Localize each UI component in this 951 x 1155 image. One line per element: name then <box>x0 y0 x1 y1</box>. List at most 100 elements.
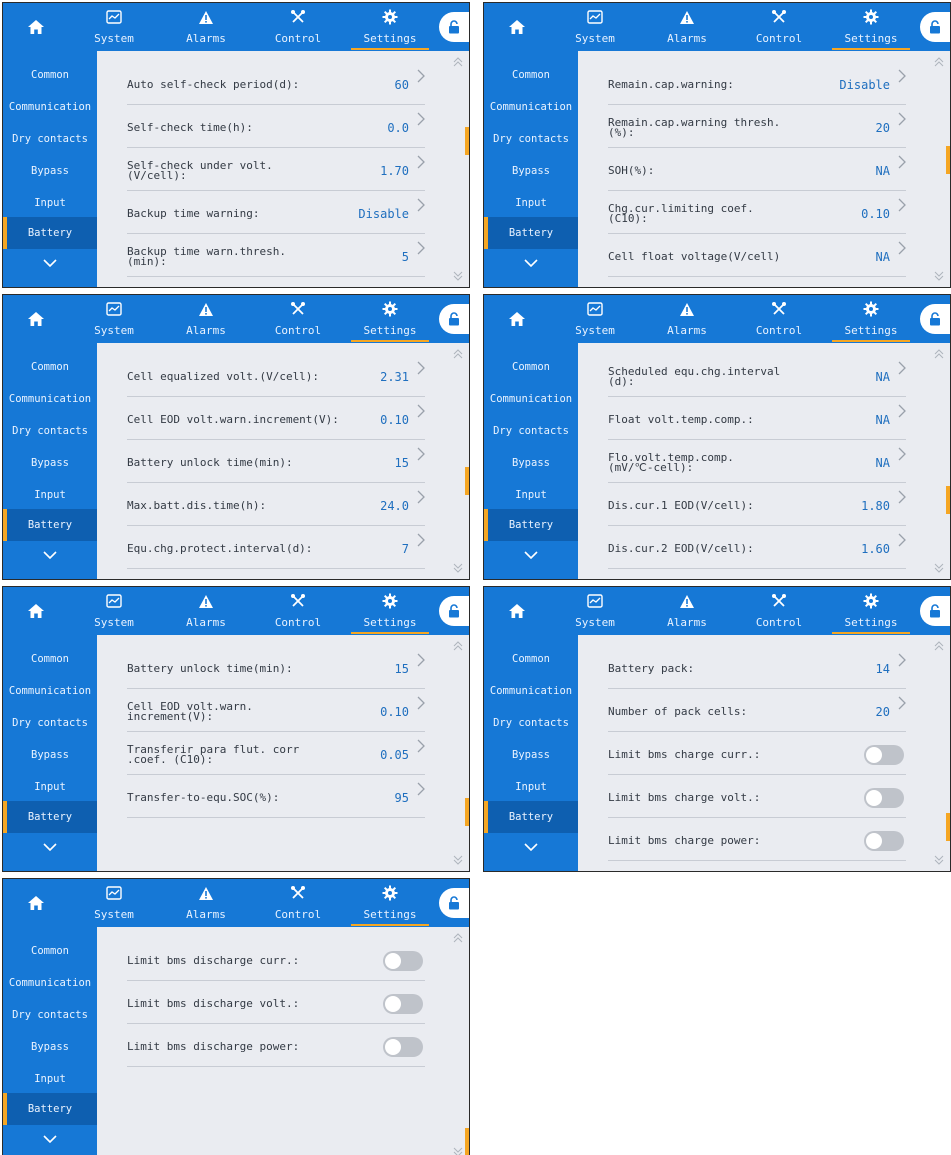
setting-row[interactable]: Backup time warning: Disable <box>127 198 425 234</box>
tab-alarms[interactable]: Alarms <box>161 587 251 635</box>
setting-row[interactable]: Dis.cur.2 EOD(V/cell): 1.60 <box>608 533 906 569</box>
scroll-up-icon[interactable] <box>934 641 944 651</box>
setting-row[interactable]: Cell float voltage(V/cell) NA <box>608 241 906 277</box>
toggle-switch[interactable] <box>383 994 423 1014</box>
setting-row[interactable]: Battery unlock time(min): 15 <box>127 653 425 689</box>
lock-button[interactable] <box>920 596 950 626</box>
setting-row[interactable]: Limit bms charge curr.: <box>608 739 906 775</box>
sidebar-more-button[interactable] <box>484 833 578 861</box>
sidebar-item-communication[interactable]: Communication <box>3 967 97 999</box>
sidebar-item-input[interactable]: Input <box>484 187 578 219</box>
setting-row[interactable]: Auto self-check period(d): 60 <box>127 69 425 105</box>
sidebar-item-battery[interactable]: Battery <box>3 801 97 833</box>
setting-row[interactable]: Self-check under volt. (V/cell): 1.70 <box>127 155 425 191</box>
scroll-up-icon[interactable] <box>453 641 463 651</box>
lock-button[interactable] <box>920 304 950 334</box>
sidebar-item-dry-contacts[interactable]: Dry contacts <box>3 123 97 155</box>
home-button[interactable] <box>484 587 550 635</box>
sidebar-item-bypass[interactable]: Bypass <box>484 447 578 479</box>
sidebar-more-button[interactable] <box>3 541 97 569</box>
scrollbar-thumb[interactable] <box>946 813 950 841</box>
scroll-down-icon[interactable] <box>934 563 944 573</box>
sidebar-more-button[interactable] <box>3 249 97 277</box>
tab-settings[interactable]: Settings <box>826 295 916 343</box>
sidebar-item-input[interactable]: Input <box>3 771 97 803</box>
scrollbar-thumb[interactable] <box>465 798 469 826</box>
tab-alarms[interactable]: Alarms <box>642 3 732 51</box>
sidebar-item-common[interactable]: Common <box>484 59 578 91</box>
toggle-switch[interactable] <box>864 831 904 851</box>
sidebar-item-common[interactable]: Common <box>3 935 97 967</box>
tab-control[interactable]: Control <box>253 295 343 343</box>
lock-button[interactable] <box>439 12 469 42</box>
lock-button[interactable] <box>439 596 469 626</box>
sidebar-item-common[interactable]: Common <box>3 351 97 383</box>
sidebar-more-button[interactable] <box>3 1125 97 1153</box>
setting-row[interactable]: Cell equalized volt.(V/cell): 2.31 <box>127 361 425 397</box>
tab-settings[interactable]: Settings <box>345 3 435 51</box>
setting-row[interactable]: Flo.volt.temp.comp. (mV/℃-cell): NA <box>608 447 906 483</box>
sidebar-item-input[interactable]: Input <box>3 187 97 219</box>
sidebar-item-communication[interactable]: Communication <box>484 675 578 707</box>
setting-row[interactable]: Number of pack cells: 20 <box>608 696 906 732</box>
setting-row[interactable]: SOH(%): NA <box>608 155 906 191</box>
sidebar-item-communication[interactable]: Communication <box>484 383 578 415</box>
tab-control[interactable]: Control <box>253 879 343 927</box>
tab-alarms[interactable]: Alarms <box>161 3 251 51</box>
setting-row[interactable]: Chg.cur.limiting coef. (C10): 0.10 <box>608 198 906 234</box>
home-button[interactable] <box>484 3 550 51</box>
tab-system[interactable]: System <box>69 587 159 635</box>
sidebar-more-button[interactable] <box>3 833 97 861</box>
sidebar-item-bypass[interactable]: Bypass <box>3 739 97 771</box>
sidebar-item-dry-contacts[interactable]: Dry contacts <box>3 707 97 739</box>
scroll-down-icon[interactable] <box>934 855 944 865</box>
scroll-up-icon[interactable] <box>453 933 463 943</box>
tab-system[interactable]: System <box>69 879 159 927</box>
sidebar-item-input[interactable]: Input <box>484 771 578 803</box>
scroll-down-icon[interactable] <box>453 855 463 865</box>
toggle-switch[interactable] <box>864 788 904 808</box>
sidebar-item-battery[interactable]: Battery <box>484 801 578 833</box>
tab-settings[interactable]: Settings <box>345 295 435 343</box>
setting-row[interactable]: Limit bms discharge curr.: <box>127 945 425 981</box>
sidebar-more-button[interactable] <box>484 541 578 569</box>
setting-row[interactable]: Battery unlock time(min): 15 <box>127 447 425 483</box>
scrollbar-thumb[interactable] <box>465 1128 469 1155</box>
setting-row[interactable]: Cell EOD volt.warn.increment(V): 0.10 <box>127 404 425 440</box>
tab-alarms[interactable]: Alarms <box>642 587 732 635</box>
scrollbar-thumb[interactable] <box>946 486 950 514</box>
scrollbar-thumb[interactable] <box>465 127 469 155</box>
setting-row[interactable]: Self-check time(h): 0.0 <box>127 112 425 148</box>
setting-row[interactable]: Transfer-to-equ.SOC(%): 95 <box>127 782 425 818</box>
setting-row[interactable]: Remain.cap.warning: Disable <box>608 69 906 105</box>
sidebar-item-dry-contacts[interactable]: Dry contacts <box>3 415 97 447</box>
sidebar-item-common[interactable]: Common <box>484 643 578 675</box>
tab-system[interactable]: System <box>550 3 640 51</box>
home-button[interactable] <box>3 3 69 51</box>
setting-row[interactable]: Cell EOD volt.warn. increment(V): 0.10 <box>127 696 425 732</box>
scroll-up-icon[interactable] <box>453 57 463 67</box>
scroll-up-icon[interactable] <box>934 57 944 67</box>
sidebar-item-bypass[interactable]: Bypass <box>484 155 578 187</box>
setting-row[interactable]: Scheduled equ.chg.interval (d): NA <box>608 361 906 397</box>
tab-system[interactable]: System <box>69 295 159 343</box>
tab-control[interactable]: Control <box>734 295 824 343</box>
sidebar-item-battery[interactable]: Battery <box>484 509 578 541</box>
scrollbar-thumb[interactable] <box>465 467 469 495</box>
sidebar-item-dry-contacts[interactable]: Dry contacts <box>484 415 578 447</box>
sidebar-item-dry-contacts[interactable]: Dry contacts <box>3 999 97 1031</box>
tab-control[interactable]: Control <box>253 3 343 51</box>
sidebar-item-communication[interactable]: Communication <box>3 675 97 707</box>
sidebar-item-battery[interactable]: Battery <box>484 217 578 249</box>
home-button[interactable] <box>484 295 550 343</box>
setting-row[interactable]: Remain.cap.warning thresh. (%): 20 <box>608 112 906 148</box>
sidebar-item-bypass[interactable]: Bypass <box>3 447 97 479</box>
toggle-switch[interactable] <box>864 745 904 765</box>
sidebar-item-dry-contacts[interactable]: Dry contacts <box>484 707 578 739</box>
setting-row[interactable]: Limit bms discharge volt.: <box>127 988 425 1024</box>
sidebar-item-bypass[interactable]: Bypass <box>3 155 97 187</box>
setting-row[interactable]: Limit bms charge volt.: <box>608 782 906 818</box>
sidebar-item-common[interactable]: Common <box>3 643 97 675</box>
toggle-switch[interactable] <box>383 1037 423 1057</box>
setting-row[interactable]: Dis.cur.1 EOD(V/cell): 1.80 <box>608 490 906 526</box>
